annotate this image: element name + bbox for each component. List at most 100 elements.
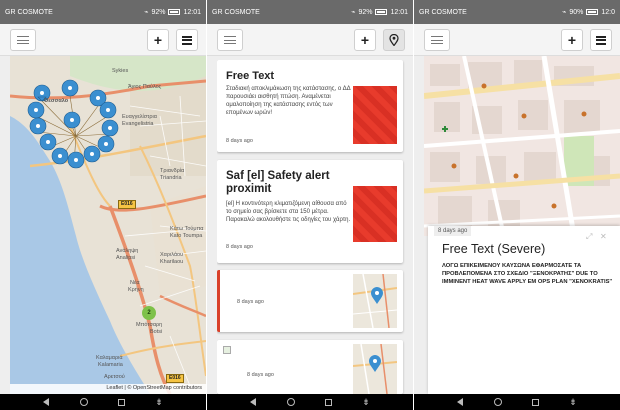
alert-card[interactable]: 8 days ago xyxy=(217,270,403,332)
detail-map-tiles xyxy=(424,56,620,236)
map-label: Καλαμαριά xyxy=(96,355,123,361)
list-view-button[interactable] xyxy=(176,29,198,51)
add-button[interactable]: + xyxy=(561,29,583,51)
card-time: 8 days ago xyxy=(247,372,274,378)
toolbar: + xyxy=(414,24,620,56)
detail-title: Free Text (Severe) xyxy=(442,242,546,256)
alert-feed[interactable]: Free Text Σταδιακή αποκλιμάκωση της κατά… xyxy=(217,60,413,394)
detail-map[interactable] xyxy=(424,56,620,236)
battery-icon xyxy=(586,9,599,15)
card-time: 8 days ago xyxy=(226,244,253,250)
signal-icon: ⌁ xyxy=(351,9,356,16)
home-icon[interactable] xyxy=(79,398,88,406)
map-label: Triandria xyxy=(160,175,182,181)
hamburger-menu-icon xyxy=(431,36,443,44)
toolbar: + xyxy=(207,24,413,56)
battery-icon xyxy=(168,9,181,15)
map-label: Νέα xyxy=(130,280,140,286)
map-view-button[interactable] xyxy=(383,29,405,51)
map-screen: GR COSMOTE ⌁ 92% 12:01 + Άγιος Παύλος Sy… xyxy=(0,0,206,410)
notification-drawer-icon[interactable]: ⇟ xyxy=(362,397,370,407)
add-button[interactable]: + xyxy=(147,29,169,51)
recent-apps-icon[interactable] xyxy=(324,398,332,406)
card-map-thumbnail xyxy=(353,344,397,394)
card-thumbnail xyxy=(353,86,397,144)
card-title: Saf [el] Safety alert proximit xyxy=(226,170,330,196)
status-bar: GR COSMOTE ⌁ 92% 12:01 xyxy=(0,0,206,24)
map-label: Evangelistria xyxy=(122,121,154,127)
card-map-thumbnail xyxy=(353,274,397,328)
hamburger-menu-icon xyxy=(224,36,236,44)
map-label: Άγιος Παύλος xyxy=(128,84,162,90)
plus-icon: + xyxy=(360,32,370,48)
menu-button[interactable] xyxy=(217,29,243,51)
expand-icon[interactable]: ⤢ xyxy=(586,232,592,242)
marker-cluster[interactable]: 2 xyxy=(142,306,156,320)
home-icon[interactable] xyxy=(286,398,295,406)
alert-card[interactable]: Free Text Σταδιακή αποκλιμάκωση της κατά… xyxy=(217,60,403,152)
add-button[interactable]: + xyxy=(354,29,376,51)
road-badge: E016 xyxy=(166,374,184,383)
card-time: 8 days ago xyxy=(237,299,264,305)
menu-button[interactable] xyxy=(424,29,450,51)
alert-card[interactable]: 8 days ago xyxy=(217,340,403,394)
back-icon[interactable] xyxy=(250,398,257,406)
map-label: Analipsi xyxy=(116,255,136,261)
card-thumbnail xyxy=(353,186,397,242)
map-label: Μπότσαρη xyxy=(136,322,163,328)
card-body: Σταδιακή αποκλιμάκωση της κατάστασης, ο … xyxy=(226,86,351,117)
map-marker-icon xyxy=(371,287,383,304)
alert-card[interactable]: Saf [el] Safety alert proximit [el] Η κο… xyxy=(217,160,403,263)
clock: 12:01 xyxy=(183,8,201,16)
map-marker-icon xyxy=(389,34,399,46)
map-label: Θεσσαλο xyxy=(44,98,69,104)
list-view-button[interactable] xyxy=(590,29,612,51)
map-view[interactable]: Άγιος Παύλος Sykies Θεσσαλο Ευαγγελίστρι… xyxy=(10,56,206,394)
battery-level: 90% xyxy=(569,8,584,16)
road-badge: E016 xyxy=(118,200,136,209)
android-navbar: ⇟ xyxy=(207,394,413,410)
map-label: Χαριλάου xyxy=(160,252,184,258)
carrier-name: GR COSMOTE xyxy=(5,8,53,16)
map-label: Αρετσού xyxy=(104,374,125,380)
battery-icon xyxy=(375,9,388,15)
map-label: Kharilaou xyxy=(160,259,184,265)
map-label: Sykies xyxy=(112,68,129,74)
card-title: Free Text xyxy=(226,70,275,82)
battery-level: 92% xyxy=(358,8,373,16)
status-bar: GR COSMOTE ⌁ 90% 12:0 xyxy=(414,0,620,24)
notification-drawer-icon[interactable]: ⇟ xyxy=(569,397,577,407)
map-label: Ευαγγελίστρια xyxy=(122,114,157,120)
map-marker-icon xyxy=(369,355,381,372)
map-attribution[interactable]: Leaflet | © OpenStreetMap contributors xyxy=(10,384,206,394)
list-icon xyxy=(182,35,192,45)
map-label: Kato Toumpa xyxy=(170,233,203,239)
toolbar: + xyxy=(0,24,206,56)
card-body: [el] Η κοντινότερη κλιματιζόμενη αίθουσα… xyxy=(226,201,351,224)
android-navbar: ⇟ xyxy=(0,394,206,410)
notification-drawer-icon[interactable]: ⇟ xyxy=(155,397,163,407)
android-navbar: ⇟ xyxy=(414,394,620,410)
home-icon[interactable] xyxy=(493,398,502,406)
carrier-name: GR COSMOTE xyxy=(212,8,260,16)
recent-apps-icon[interactable] xyxy=(117,398,125,406)
close-icon[interactable]: ✕ xyxy=(600,232,607,241)
card-time: 8 days ago xyxy=(226,138,253,144)
detail-screen: GR COSMOTE ⌁ 90% 12:0 + 8 days ago ⤢ ✕ F… xyxy=(414,0,620,410)
map-label: Ανάληψη xyxy=(116,248,139,254)
alert-detail-panel: 8 days ago ⤢ ✕ Free Text (Severe) ΛΟΓΩ Ε… xyxy=(428,226,620,394)
recent-apps-icon[interactable] xyxy=(531,398,539,406)
clock: 12:0 xyxy=(601,8,615,16)
map-label: Kalamaria xyxy=(98,362,123,368)
back-icon[interactable] xyxy=(457,398,464,406)
plus-icon: + xyxy=(153,32,163,48)
back-icon[interactable] xyxy=(43,398,50,406)
battery-level: 92% xyxy=(151,8,166,16)
menu-button[interactable] xyxy=(10,29,36,51)
feed-screen: GR COSMOTE ⌁ 92% 12:01 + Free Text Σταδι… xyxy=(207,0,413,410)
status-bar: GR COSMOTE ⌁ 92% 12:01 xyxy=(207,0,413,24)
carrier-name: GR COSMOTE xyxy=(419,8,467,16)
plus-icon: + xyxy=(567,32,577,48)
map-label: Τριανδρία xyxy=(160,168,185,174)
signal-icon: ⌁ xyxy=(144,9,149,16)
